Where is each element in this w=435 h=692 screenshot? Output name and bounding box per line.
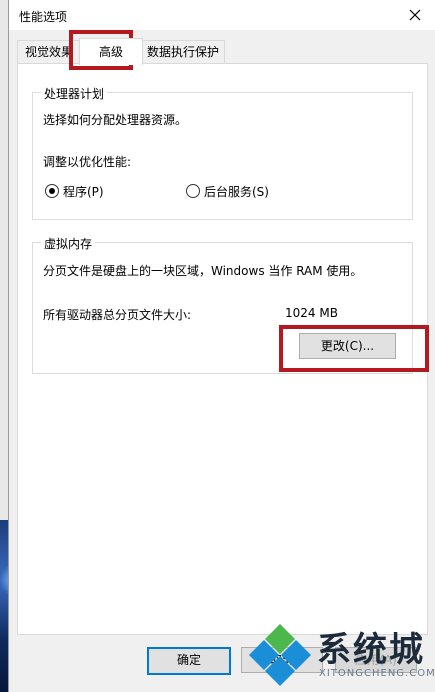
ok-button-label: 确定 bbox=[176, 653, 201, 667]
tab-data-execution-prevention[interactable]: 数据执行保护 bbox=[141, 40, 225, 63]
virtual-memory-group: 虚拟内存 分页文件是硬盘上的一块区域，Windows 当作 RAM 使用。 所有… bbox=[32, 235, 413, 374]
tab-label: 数据执行保护 bbox=[146, 45, 219, 59]
group-title: 处理器计划 bbox=[41, 85, 108, 102]
group-title: 虚拟内存 bbox=[41, 235, 96, 252]
processor-scheduling-group: 处理器计划 选择如何分配处理器资源。 调整以优化性能: 程序(P) 后台服务(S… bbox=[32, 85, 413, 220]
tab-label: 视觉效果 bbox=[24, 45, 73, 59]
watermark-name: 系统城 bbox=[317, 630, 425, 670]
radio-background-services-label[interactable]: 后台服务(S) bbox=[204, 183, 269, 200]
dialog-title: 性能选项 bbox=[19, 10, 68, 24]
ok-button[interactable]: 确定 bbox=[147, 647, 231, 675]
performance-options-dialog: 性能选项 视觉效果 高级 数据执行保护 处理器计划 选择如何分配处理器资源。 调… bbox=[8, 0, 435, 692]
title-bar[interactable]: 性能选项 bbox=[9, 0, 435, 30]
change-button[interactable]: 更改(C)... bbox=[299, 333, 396, 359]
total-paging-size-value: 1024 MB bbox=[285, 306, 338, 320]
total-paging-size-label: 所有驱动器总分页文件大小: bbox=[43, 308, 192, 322]
advanced-tab-panel: 处理器计划 选择如何分配处理器资源。 调整以优化性能: 程序(P) 后台服务(S… bbox=[17, 63, 428, 635]
processor-description: 选择如何分配处理器资源。 bbox=[43, 113, 188, 127]
watermark-url: XITONGCHENG.COM bbox=[319, 668, 435, 679]
virtual-memory-description: 分页文件是硬盘上的一块区域，Windows 当作 RAM 使用。 bbox=[43, 264, 363, 278]
watermark: 系统城 XITONGCHENG.COM bbox=[245, 618, 435, 692]
tab-label: 高级 bbox=[98, 45, 123, 59]
adjust-label: 调整以优化性能: bbox=[43, 155, 132, 169]
tab-visual-effects[interactable]: 视觉效果 bbox=[17, 40, 81, 63]
watermark-logo-icon bbox=[249, 624, 311, 686]
radio-background-services[interactable] bbox=[186, 184, 200, 198]
close-icon bbox=[409, 9, 421, 21]
change-button-label: 更改(C)... bbox=[320, 339, 375, 353]
tab-advanced[interactable]: 高级 bbox=[79, 38, 143, 65]
radio-programs-label[interactable]: 程序(P) bbox=[63, 183, 104, 200]
close-button[interactable] bbox=[404, 4, 426, 26]
radio-programs[interactable] bbox=[45, 184, 59, 198]
background-window-edge bbox=[0, 0, 8, 520]
